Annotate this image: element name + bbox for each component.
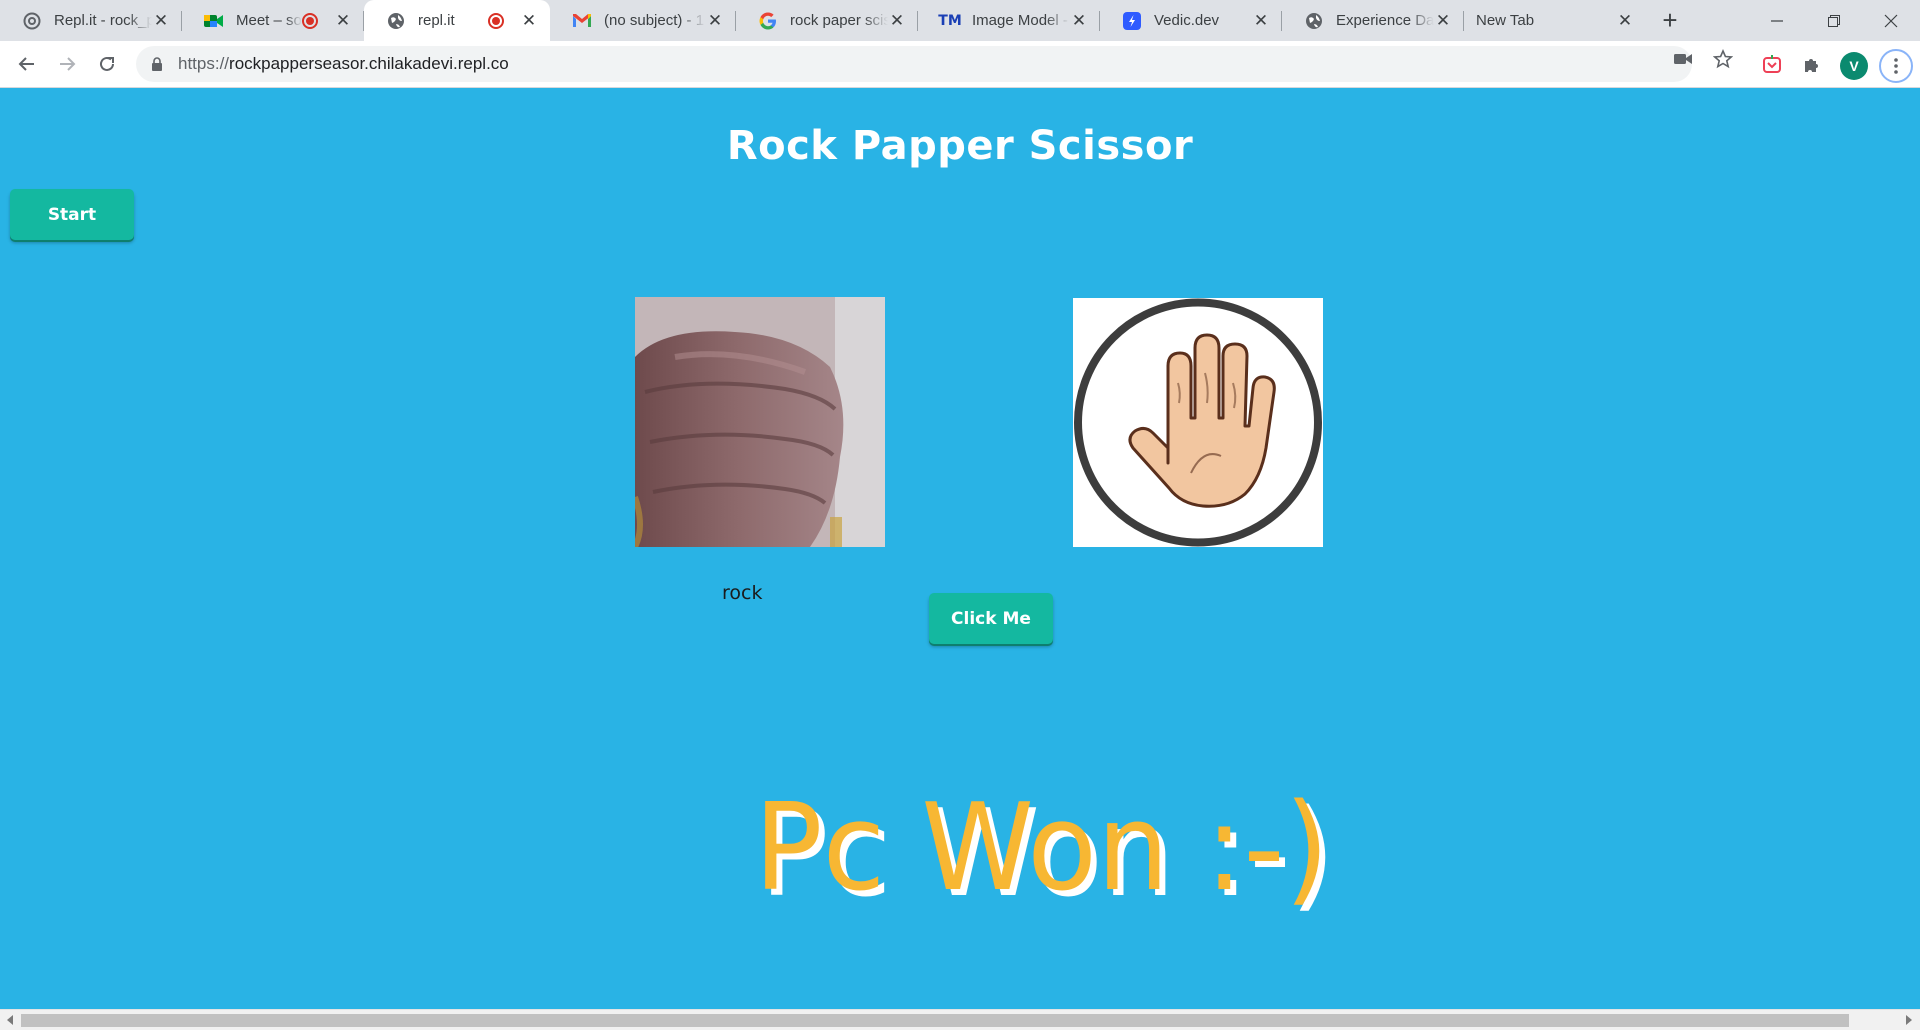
webcam-fist-image (635, 297, 885, 547)
tab-strip: Repl.it - rock_p ✕ Meet – soz ✕ repl.it … (0, 0, 1920, 41)
scroll-right-icon[interactable] (1906, 1015, 1912, 1025)
prediction-label: rock (722, 582, 763, 604)
forward-button[interactable] (51, 48, 83, 80)
arrow-left-icon (18, 57, 34, 71)
start-button[interactable]: Start (10, 189, 134, 240)
minimize-icon (1771, 19, 1783, 22)
close-icon[interactable]: ✕ (520, 11, 538, 30)
open-hand-icon (1074, 298, 1322, 547)
new-tab-button[interactable]: + (1656, 7, 1684, 35)
reload-button[interactable] (91, 48, 123, 80)
result-text: Pc Won :-) (754, 779, 1329, 918)
tab-title: Meet – soz (236, 12, 302, 29)
horizontal-scrollbar[interactable] (0, 1009, 1920, 1030)
close-icon[interactable]: ✕ (152, 11, 170, 30)
browser-toolbar: https://rockpapperseasor.chilakadevi.rep… (0, 41, 1920, 88)
bookmark-star-icon[interactable] (1712, 48, 1734, 70)
google-meet-icon (204, 11, 224, 31)
close-icon[interactable]: ✕ (1616, 11, 1634, 30)
arrow-right-icon (60, 57, 76, 71)
camera-in-use-icon[interactable] (1672, 48, 1694, 70)
restore-icon (1828, 14, 1840, 27)
tab-title: Repl.it - rock_p (54, 12, 152, 29)
close-window-button[interactable] (1863, 0, 1919, 41)
pc-choice-paper-image (1073, 298, 1323, 547)
tab-title: Image Model - (972, 12, 1068, 29)
scroll-left-icon[interactable] (7, 1015, 13, 1025)
back-button[interactable] (11, 48, 43, 80)
tab-replit-active[interactable]: repl.it ✕ (364, 0, 550, 41)
globe-icon (386, 11, 406, 31)
close-icon (1884, 14, 1898, 27)
tab-image-model[interactable]: TM Image Model - ✕ (918, 0, 1100, 41)
reload-icon (100, 56, 114, 71)
tab-gmail[interactable]: (no subject) - 1 ✕ (550, 0, 736, 41)
recording-icon (488, 12, 504, 29)
close-icon[interactable]: ✕ (1070, 11, 1088, 30)
more-vertical-icon (1894, 58, 1898, 74)
close-icon[interactable]: ✕ (1252, 11, 1270, 30)
result-message: Pc Won :-) Pc Won :-) (754, 779, 1335, 924)
profile-avatar[interactable]: V (1840, 52, 1868, 80)
tab-title: Experience Dat (1336, 12, 1434, 29)
tab-title: rock paper scis (790, 12, 888, 29)
page-title: Rock Papper Scissor (726, 123, 1194, 169)
address-bar[interactable]: https://rockpapperseasor.chilakadevi.rep… (136, 46, 1692, 82)
extensions-puzzle-icon[interactable] (1801, 54, 1823, 76)
pocket-extension-icon[interactable] (1761, 54, 1783, 76)
tab-title: (no subject) - 1 (604, 12, 705, 29)
close-icon[interactable]: ✕ (888, 11, 906, 30)
scrollbar-thumb[interactable] (21, 1014, 1849, 1027)
tab-replit[interactable]: Repl.it - rock_p ✕ (0, 0, 182, 41)
vedic-icon (1122, 11, 1142, 31)
globe-icon (1304, 11, 1324, 31)
tab-meet[interactable]: Meet – soz ✕ (182, 0, 364, 41)
recording-icon (302, 12, 318, 29)
url-scheme: https:// (178, 54, 230, 73)
menu-button[interactable] (1879, 49, 1913, 83)
page-content: Rock Papper Scissor Start rock Click Me … (0, 89, 1920, 1009)
google-icon (758, 11, 778, 31)
tab-vedic[interactable]: Vedic.dev ✕ (1100, 0, 1282, 41)
teachable-machine-icon: TM (938, 12, 962, 29)
tab-new-tab[interactable]: New Tab ✕ (1464, 0, 1646, 41)
webcam-view (635, 297, 885, 547)
click-me-button[interactable]: Click Me (929, 593, 1053, 644)
tab-experience-data[interactable]: Experience Dat ✕ (1282, 0, 1464, 41)
restore-button[interactable] (1806, 0, 1862, 41)
close-icon[interactable]: ✕ (706, 11, 724, 30)
tab-title: repl.it (418, 12, 455, 29)
close-icon[interactable]: ✕ (334, 11, 352, 30)
close-icon[interactable]: ✕ (1434, 11, 1452, 30)
lock-icon[interactable] (150, 57, 164, 71)
tab-title: Vedic.dev (1154, 12, 1220, 29)
tab-google-search[interactable]: rock paper scis ✕ (736, 0, 918, 41)
minimize-button[interactable] (1749, 0, 1805, 41)
tab-title: New Tab (1476, 12, 1535, 29)
replit-icon (22, 11, 42, 31)
gmail-icon (572, 11, 592, 31)
url-host: rockpapperseasor.chilakadevi.repl.co (229, 54, 509, 73)
url-text[interactable]: https://rockpapperseasor.chilakadevi.rep… (178, 54, 509, 74)
